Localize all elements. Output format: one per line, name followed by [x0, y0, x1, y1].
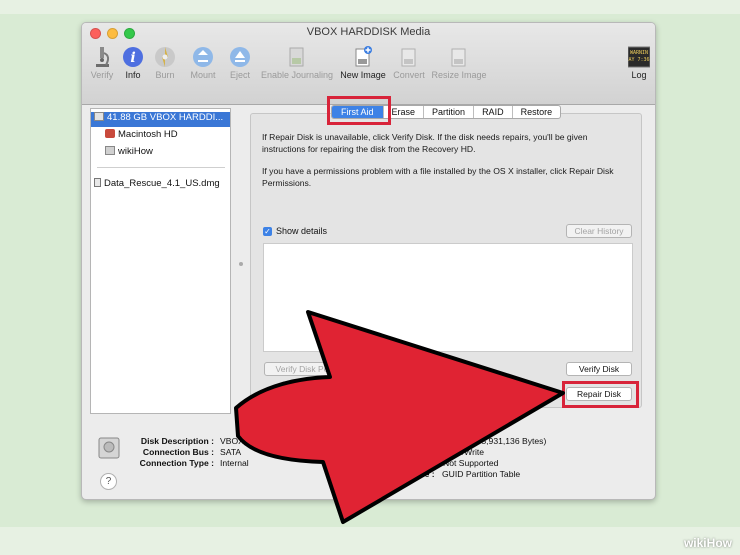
toolbar-new-image-label: New Image — [340, 70, 386, 80]
toolbar-burn-label: Burn — [155, 70, 175, 80]
smart-status-value: Not Supported — [443, 458, 499, 468]
disk-description-value: VBOX HARDDISK Media — [220, 436, 317, 446]
toolbar-mount[interactable]: Mount — [183, 43, 223, 101]
partition-scheme-label-end: me : — [417, 469, 435, 479]
connection-bus-label: Connection Bus : — [142, 447, 214, 457]
sidebar-item-wikihow[interactable]: wikiHow — [91, 146, 230, 161]
wikihow-watermark: wikiHow — [684, 536, 732, 550]
disk-list-sidebar: 41.88 GB VBOX HARDDI... Macintosh HD wik… — [90, 108, 231, 414]
convert-icon — [401, 48, 416, 67]
background-bottom — [0, 527, 740, 555]
volume-icon — [105, 146, 115, 155]
toolbar-eject[interactable]: Eject — [224, 43, 256, 101]
toolbar-info[interactable]: i Info — [118, 43, 148, 101]
clear-history-button[interactable]: Clear History — [566, 224, 632, 238]
sidebar-item-label: Macintosh HD — [118, 129, 178, 140]
disk-utility-window: VBOX HARDDISK Media Verify i Info Burn M… — [81, 22, 656, 500]
toolbar-verify[interactable]: Verify — [84, 43, 120, 101]
repair-disk-highlight-box — [562, 381, 639, 408]
sidebar-item-label: wikiHow — [118, 146, 153, 157]
sidebar-item-vbox-harddisk[interactable]: 41.88 GB VBOX HARDDI... — [91, 112, 230, 127]
volume-icon — [105, 129, 115, 138]
info-icon: i — [123, 47, 143, 67]
hard-disk-icon — [94, 112, 104, 121]
window-title: VBOX HARDDISK Media — [306, 26, 431, 38]
sidebar-item-label: Data_Rescue_4.1_US.dmg — [104, 178, 220, 189]
journaling-icon — [289, 47, 304, 67]
resize-image-icon — [451, 48, 466, 67]
background-top — [0, 0, 740, 14]
toolbar-log-label: Log — [631, 70, 647, 80]
toolbar-verify-label: Verify — [90, 70, 114, 80]
svg-text:i: i — [130, 50, 135, 66]
help-button[interactable]: ? — [100, 473, 117, 490]
total-capacity-bytes: (41,875,931,136 Bytes) — [457, 436, 547, 446]
sidebar-item-dmg[interactable]: Data_Rescue_4.1_US.dmg — [91, 178, 230, 193]
partition-scheme-label-start: R — [337, 469, 344, 479]
log-icon: WARNIN AY 7:36 — [628, 46, 650, 68]
tab-restore[interactable]: Restore — [511, 106, 561, 118]
hard-disk-icon — [98, 437, 120, 459]
write-status-value: d/Write — [457, 447, 485, 457]
toolbar-mount-label: Mount — [190, 70, 216, 80]
watermark-wiki: wiki — [683, 536, 707, 550]
help-text-repair: If Repair Disk is unavailable, click Ver… — [262, 132, 588, 154]
sidebar-item-label: 41.88 GB VBOX HARDDI... — [107, 112, 224, 123]
toolbar-new-image[interactable]: New Image — [338, 43, 388, 101]
new-image-icon — [355, 46, 372, 67]
show-details-label: Show details — [276, 226, 328, 236]
tab-partition[interactable]: Partition — [423, 106, 473, 118]
eject-icon — [230, 47, 250, 67]
split-view-handle[interactable] — [239, 262, 243, 266]
toolbar-convert[interactable]: Convert — [389, 43, 429, 101]
help-text-permissions: If you have a permissions problem with a… — [262, 166, 614, 188]
mount-icon — [193, 47, 213, 67]
toolbar-resize-image-label: Resize Image — [431, 70, 487, 80]
toolbar-convert-label: Convert — [393, 70, 425, 80]
svg-text:AY 7:36: AY 7:36 — [628, 57, 649, 63]
verify-disk-permissions-button[interactable]: Verify Disk Permis — [264, 362, 356, 376]
toolbar-eject-label: Eject — [229, 70, 250, 80]
toolbar-burn[interactable]: Burn — [148, 43, 182, 101]
partition-scheme-value: GUID Partition Table — [442, 469, 521, 479]
toolbar-enable-journaling[interactable]: Enable Journaling — [258, 43, 336, 101]
details-log-area — [263, 243, 633, 352]
toolbar-resize-image[interactable]: Resize Image — [429, 43, 489, 101]
toolbar-enable-journaling-label: Enable Journaling — [260, 70, 334, 80]
connection-type-label: Connection Type : — [139, 458, 214, 468]
watermark-how: How — [706, 536, 732, 550]
burn-disc-icon — [155, 47, 175, 67]
toolbar-info-label: Info — [125, 70, 141, 80]
svg-text:WARNIN: WARNIN — [630, 50, 648, 56]
disk-image-icon — [94, 178, 101, 187]
show-details-checkbox[interactable]: ✓ — [263, 227, 272, 236]
title-bar: VBOX HARDDISK Media Verify i Info Burn M… — [82, 23, 655, 105]
tab-raid[interactable]: RAID — [473, 106, 512, 118]
connection-bus-value: SATA — [220, 447, 242, 457]
disk-description-label: Disk Description : — [140, 436, 214, 446]
verify-disk-button[interactable]: Verify Disk — [566, 362, 632, 376]
connection-type-value: Internal — [220, 458, 249, 468]
sidebar-item-macintosh-hd[interactable]: Macintosh HD — [91, 129, 230, 144]
toolbar-log[interactable]: WARNIN AY 7:36 Log — [624, 43, 654, 101]
first-aid-highlight-box — [327, 96, 391, 125]
sidebar-divider — [97, 167, 225, 168]
microscope-icon — [96, 47, 110, 67]
